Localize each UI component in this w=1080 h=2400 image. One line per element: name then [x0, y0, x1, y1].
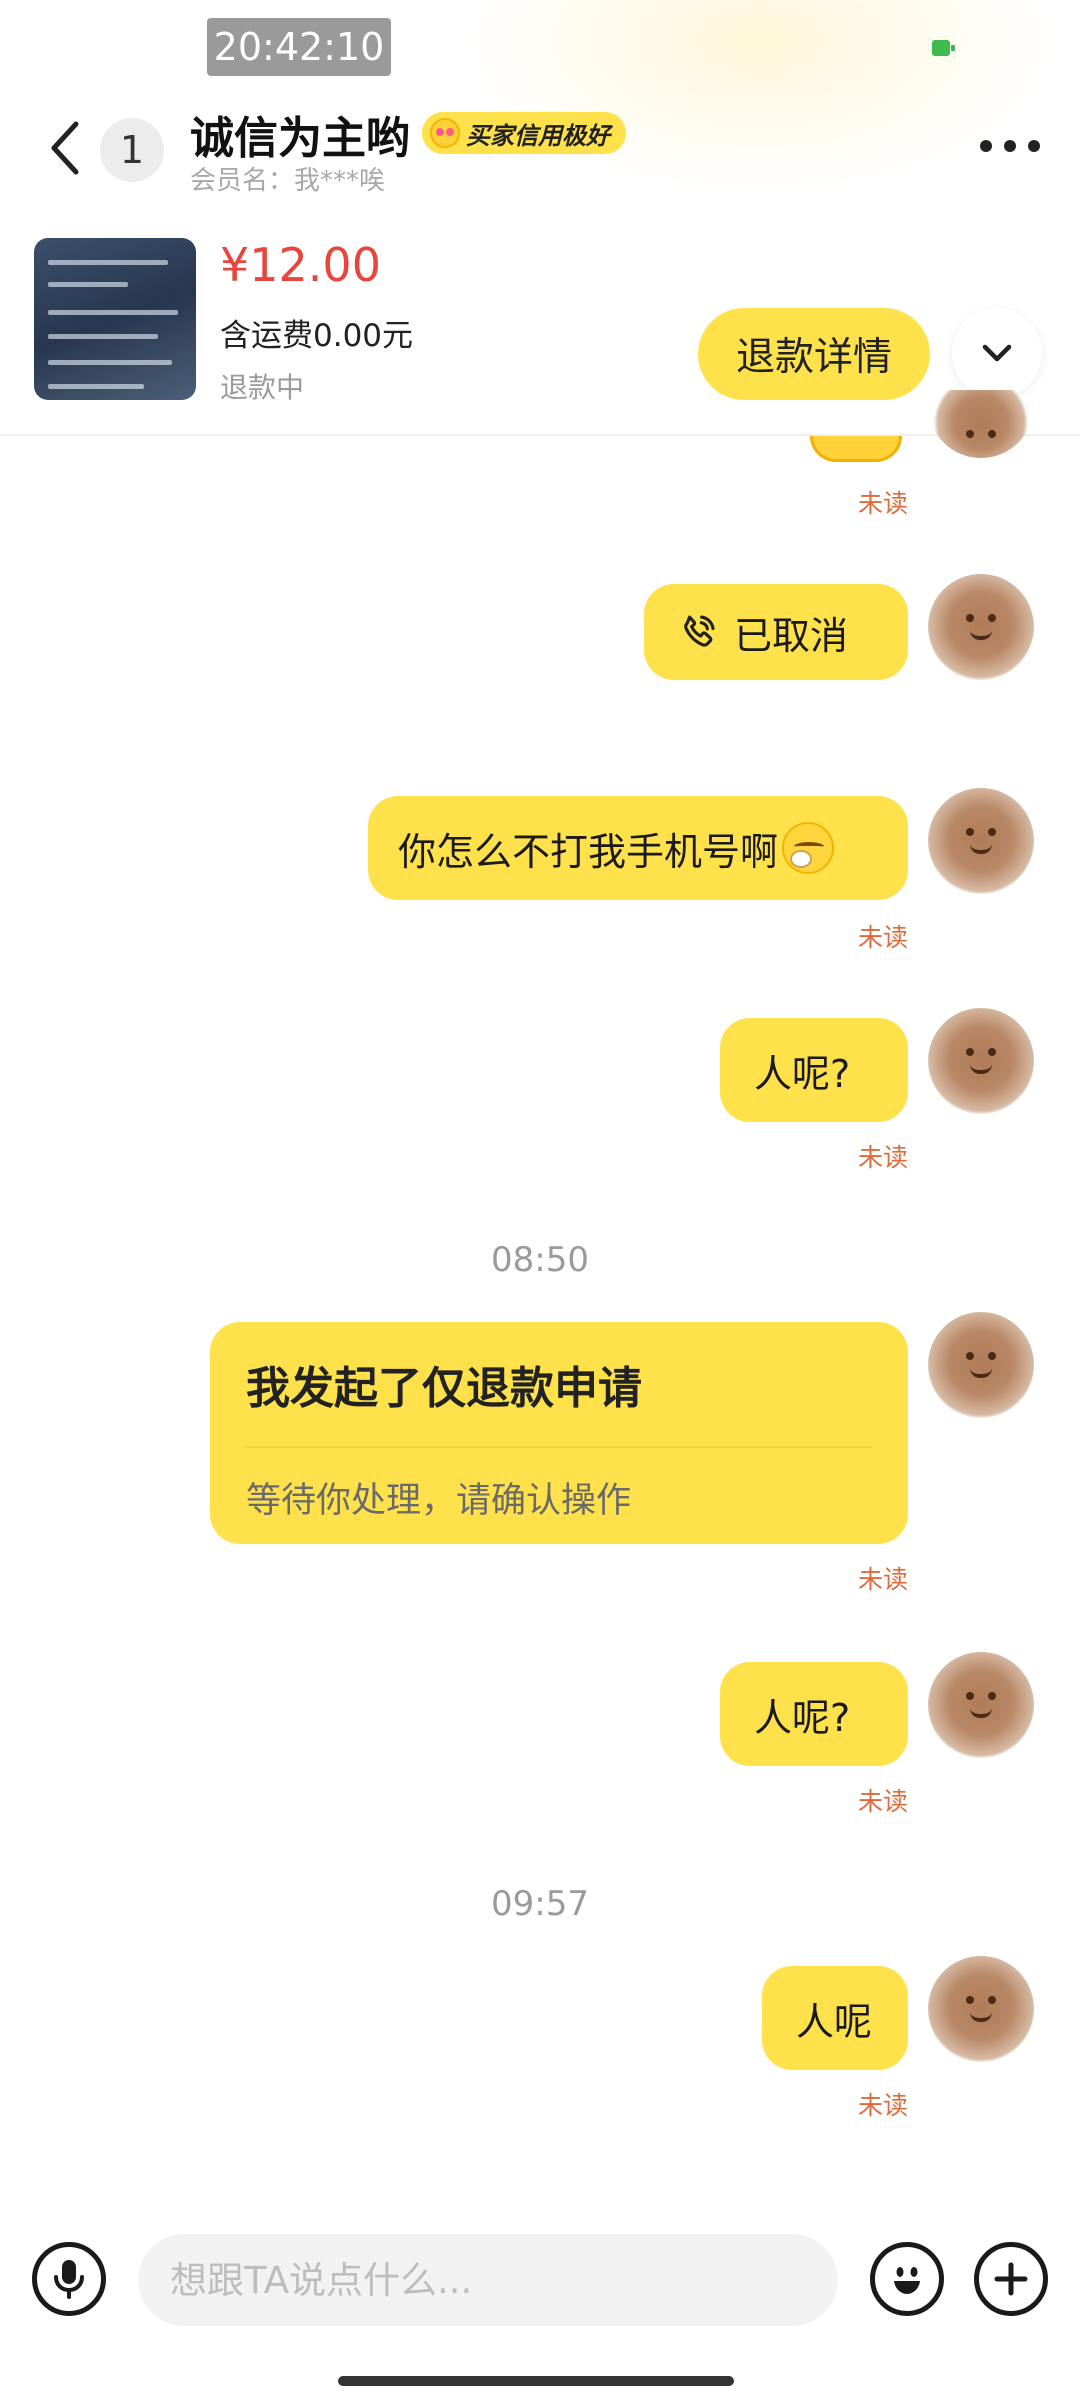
- back-button[interactable]: [40, 118, 90, 178]
- credit-badge[interactable]: 买家信用极好: [422, 112, 626, 154]
- header-divider: [0, 434, 1080, 436]
- refund-status: 退款中: [220, 371, 305, 404]
- product-price: ¥12.00: [220, 238, 381, 292]
- message-bubble[interactable]: 人呢: [762, 1966, 908, 2070]
- chevron-down-icon: [982, 344, 1012, 362]
- more-actions-button[interactable]: [974, 2242, 1048, 2316]
- avatar[interactable]: [928, 788, 1034, 894]
- timestamp: 09:57: [491, 1884, 589, 1924]
- contact-name: 诚信为主哟: [190, 113, 410, 164]
- more-options-button[interactable]: [980, 126, 1040, 166]
- avatar[interactable]: [928, 574, 1034, 680]
- product-shipping: 含运费0.00元: [220, 318, 414, 354]
- plus-icon: [994, 2262, 1028, 2296]
- unread-label: 未读: [857, 1565, 908, 1594]
- timestamp: 08:50: [491, 1240, 589, 1280]
- emoji-button[interactable]: [870, 2242, 944, 2316]
- avatar[interactable]: [928, 1312, 1034, 1418]
- chevron-left-icon: [51, 121, 79, 175]
- smiley-icon: [894, 2267, 920, 2294]
- unread-label: 未读: [857, 489, 908, 518]
- message-text: 你怎么不打我手机号啊: [398, 829, 779, 874]
- unread-count-badge[interactable]: 1: [100, 118, 164, 182]
- voice-input-button[interactable]: [32, 2242, 106, 2316]
- message-text: 人呢: [796, 1999, 873, 2044]
- status-time: 20:42:10: [207, 18, 391, 76]
- message-input[interactable]: [138, 2234, 838, 2326]
- message-bubble[interactable]: 你怎么不打我手机号啊: [368, 796, 908, 900]
- call-status-text: 已取消: [734, 613, 849, 658]
- unread-label: 未读: [857, 1787, 908, 1816]
- unread-label: 未读: [857, 1143, 908, 1172]
- card-divider: [246, 1446, 872, 1448]
- member-name: 会员名：我***唉: [190, 166, 386, 196]
- message-text: 人呢?: [754, 1695, 851, 1740]
- avatar[interactable]: [928, 1956, 1034, 2062]
- credit-face-icon: [430, 118, 460, 148]
- more-dots-icon: [980, 140, 992, 152]
- refund-card-description: 等待你处理，请确认操作: [246, 1481, 632, 1521]
- message-bubble[interactable]: 人呢?: [720, 1662, 908, 1766]
- avatar[interactable]: [928, 390, 1034, 458]
- credit-badge-label: 买家信用极好: [466, 121, 610, 150]
- battery-icon: [932, 40, 955, 56]
- avatar[interactable]: [928, 1008, 1034, 1114]
- expand-button[interactable]: [952, 308, 1042, 398]
- refund-detail-button[interactable]: 退款详情: [698, 308, 930, 400]
- message-bubble[interactable]: 人呢?: [720, 1018, 908, 1122]
- avatar[interactable]: [928, 1652, 1034, 1758]
- message-text: 人呢?: [754, 1051, 851, 1096]
- refund-card-title: 我发起了仅退款申请: [246, 1363, 642, 1414]
- sticker-emoji[interactable]: [810, 436, 902, 462]
- home-indicator[interactable]: [338, 2376, 734, 2386]
- phone-call-icon: [684, 615, 715, 647]
- unread-label: 未读: [857, 923, 908, 952]
- tearful-emoji-icon: [782, 822, 835, 874]
- call-cancelled-bubble[interactable]: 已取消: [644, 584, 908, 680]
- microphone-icon: [54, 2260, 84, 2299]
- product-thumbnail[interactable]: [34, 238, 196, 400]
- refund-request-card[interactable]: 我发起了仅退款申请 等待你处理，请确认操作: [210, 1322, 908, 1544]
- unread-label: 未读: [857, 2091, 908, 2120]
